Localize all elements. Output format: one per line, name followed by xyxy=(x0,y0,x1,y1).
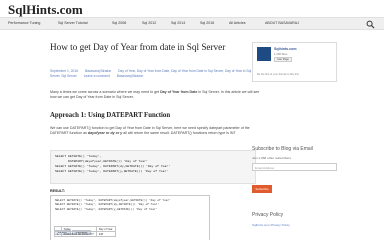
approach-heading: Approach 1: Using DATEPART Function xyxy=(50,112,171,119)
table-row: 1 2016-09-01 00:15:52.777 245 xyxy=(54,231,116,237)
approach-bold: dayofyear or dy or y xyxy=(87,131,123,136)
post-meta: September 1, 2016 Basavaraj Biradar Day … xyxy=(50,69,260,79)
nav-item-performance-tuning[interactable]: Performance Tuning xyxy=(8,21,40,25)
result-code: SELECT GETDATE() 'Today', DATEPART(dayof… xyxy=(55,199,205,212)
privacy-link[interactable]: Sqlhints.com Privacy Policy xyxy=(252,223,290,227)
facebook-like-button[interactable]: Like Page xyxy=(274,57,292,62)
table-cell: 245 xyxy=(95,231,116,237)
sidebar: Sqlhints.com 1,296 likes Like Page Be th… xyxy=(252,36,337,240)
site-title[interactable]: SqlHints.com xyxy=(8,2,83,18)
post-categories[interactable]: Day of Year, Day of Year from Date, Day … xyxy=(50,69,251,78)
result-code-line: SELECT GETDATE() 'Today', DATEPART(y,GET… xyxy=(55,207,158,211)
nav-item-about-basavaraj[interactable]: ABOUT BASAVARAJ xyxy=(265,21,299,25)
intro-text-1: Many a times we come across a scenario w… xyxy=(50,90,161,94)
post-edit-link[interactable]: Basavaraj Biradar xyxy=(117,74,143,78)
article: How to get Day of Year from date in Sql … xyxy=(50,36,265,240)
code-line: SELECT GETDATE() 'Today', DATEPART(y,GET… xyxy=(55,169,169,173)
post-title[interactable]: How to get Day of Year from date in Sql … xyxy=(50,42,260,53)
nav-item-sql-server-tutorial[interactable]: Sql Server Tutorial xyxy=(58,21,88,25)
subscribe-count: Join 1,966 other subscribers xyxy=(252,156,291,160)
result-screenshot: SELECT GETDATE() 'Today', DATEPART(dayof… xyxy=(50,195,210,240)
code-block[interactable]: SELECT GETDATE() 'Today', DATEPART(dayof… xyxy=(50,150,256,184)
facebook-page-avatar[interactable] xyxy=(257,47,271,61)
search-icon[interactable] xyxy=(366,20,375,29)
subscribe-button[interactable]: Subscribe xyxy=(252,185,272,193)
email-field[interactable]: Email Address xyxy=(252,163,337,171)
nav-item-sql-2008[interactable]: Sql 2008 xyxy=(112,21,126,25)
nav-item-sql-2016[interactable]: Sql 2016 xyxy=(200,21,214,25)
subscribe-heading: Subscribe to Blog via Email xyxy=(252,146,313,152)
post-author[interactable]: Basavaraj Biradar xyxy=(85,69,111,73)
table-cell: 2016-09-01 00:15:52.777 xyxy=(60,231,97,237)
privacy-heading: Privacy Policy xyxy=(252,212,284,218)
facebook-footer-text: Be the first of your friends to like thi… xyxy=(257,73,299,76)
post-date[interactable]: September 1, 2016 xyxy=(50,69,78,73)
facebook-likes-count: 1,296 likes xyxy=(274,52,288,56)
nav-item-sql-2014[interactable]: Sql 2014 xyxy=(171,21,185,25)
result-label: RESULT: xyxy=(50,189,65,193)
nav-item-all-articles[interactable]: All Articles xyxy=(229,21,246,25)
intro-bold: Day of Year from Date xyxy=(160,90,198,94)
approach-paragraph: We can use DATEPART() function to get Da… xyxy=(50,126,260,136)
facebook-widget: Sqlhints.com 1,296 likes Like Page Be th… xyxy=(252,42,337,82)
intro-paragraph: Many a times we come across a scenario w… xyxy=(50,90,260,100)
result-tabs: Results Messages xyxy=(54,220,154,235)
facebook-page-name[interactable]: Sqlhints.com xyxy=(274,47,297,51)
main-navigation: Performance Tuning Sql Server Tutorial S… xyxy=(0,17,384,30)
approach-text-2: all will return the same result. DATEPAR… xyxy=(122,131,236,136)
result-grid: Today Day of Year 1 2016-09-01 00:15:52.… xyxy=(54,226,116,237)
site-header: SqlHints.com xyxy=(0,0,384,17)
nav-item-sql-2012[interactable]: Sql 2012 xyxy=(142,21,156,25)
post-comment-link[interactable]: Leave a comment xyxy=(84,74,110,78)
